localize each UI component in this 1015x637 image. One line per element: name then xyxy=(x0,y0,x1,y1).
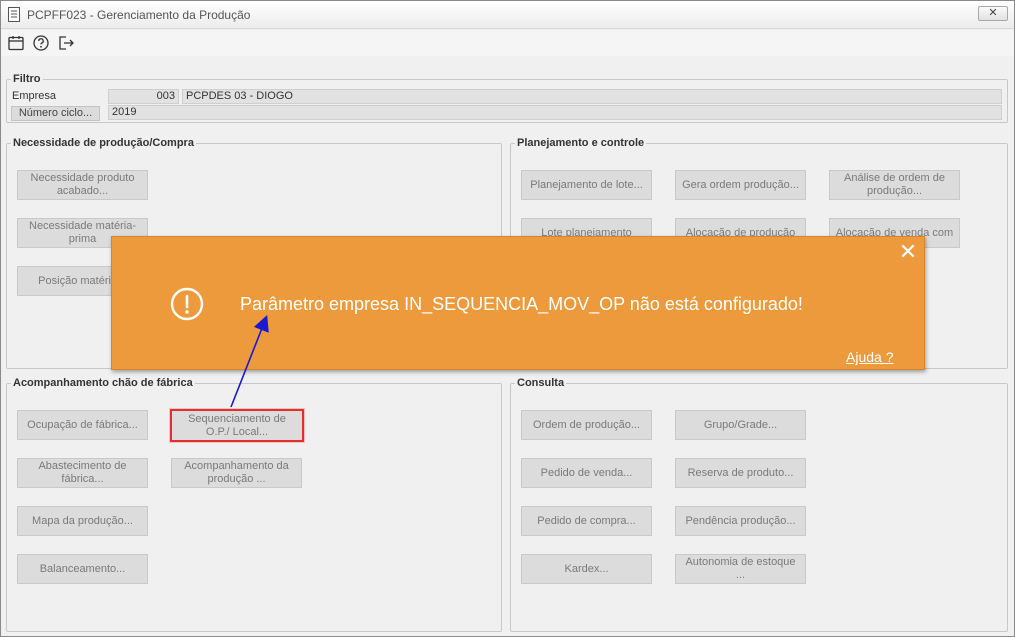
gera-ordem-producao-button[interactable]: Gera ordem produção... xyxy=(675,170,806,200)
title-bar: PCPFF023 - Gerenciamento da Produção ✕ xyxy=(1,1,1014,29)
alert-circle-icon xyxy=(170,287,204,321)
acompanhamento-producao-button[interactable]: Acompanhamento da produção ... xyxy=(171,458,302,488)
reserva-produto-button[interactable]: Reserva de produto... xyxy=(675,458,806,488)
toast-close-button[interactable]: ✕ xyxy=(898,241,918,263)
necessidade-produto-acabado-button[interactable]: Necessidade produto acabado... xyxy=(17,170,148,200)
sequenciamento-op-local-button[interactable]: Sequenciamento de O.P./ Local... xyxy=(170,409,304,442)
mapa-producao-button[interactable]: Mapa da produção... xyxy=(17,506,148,536)
abastecimento-fabrica-button[interactable]: Abastecimento de fábrica... xyxy=(17,458,148,488)
calendar-icon[interactable] xyxy=(7,34,25,52)
filtro-legend: Filtro xyxy=(13,73,41,85)
analise-ordem-producao-button[interactable]: Análise de ordem de produção... xyxy=(829,170,960,200)
ocupacao-fabrica-button[interactable]: Ocupação de fábrica... xyxy=(17,410,148,440)
numero-ciclo-button[interactable]: Número ciclo... xyxy=(11,106,100,121)
planejamento-legend: Planejamento e controle xyxy=(517,137,645,149)
kardex-button[interactable]: Kardex... xyxy=(521,554,652,584)
toast-message: Parâmetro empresa IN_SEQUENCIA_MOV_OP nã… xyxy=(240,294,803,314)
main-window: PCPFF023 - Gerenciamento da Produção ✕ F… xyxy=(0,0,1015,637)
exit-icon[interactable] xyxy=(57,34,75,52)
empresa-code-field[interactable]: 003 xyxy=(108,89,179,104)
planejamento-lote-button[interactable]: Planejamento de lote... xyxy=(521,170,652,200)
document-icon xyxy=(8,7,20,22)
acompanhamento-legend: Acompanhamento chão de fábrica xyxy=(13,377,193,389)
consulta-legend: Consulta xyxy=(517,377,565,389)
empresa-name-field: PCPDES 03 - DIOGO xyxy=(182,89,1002,104)
necessidade-legend: Necessidade de produção/Compra xyxy=(13,137,194,149)
error-toast: ✕ Parâmetro empresa IN_SEQUENCIA_MOV_OP … xyxy=(111,236,925,370)
grupo-grade-button[interactable]: Grupo/Grade... xyxy=(675,410,806,440)
ordem-producao-button[interactable]: Ordem de produção... xyxy=(521,410,652,440)
pedido-venda-button[interactable]: Pedido de venda... xyxy=(521,458,652,488)
help-link[interactable]: Ajuda ? xyxy=(846,349,893,365)
empresa-label: Empresa xyxy=(12,90,57,102)
balanceamento-button[interactable]: Balanceamento... xyxy=(17,554,148,584)
toolbar xyxy=(1,30,1014,56)
pendencia-producao-button[interactable]: Pendência produção... xyxy=(675,506,806,536)
autonomia-estoque-button[interactable]: Autonomia de estoque ... xyxy=(675,554,806,584)
ciclo-field[interactable]: 2019 xyxy=(108,105,1002,120)
pedido-compra-button[interactable]: Pedido de compra... xyxy=(521,506,652,536)
window-title: PCPFF023 - Gerenciamento da Produção xyxy=(27,8,251,22)
help-icon[interactable] xyxy=(32,34,50,52)
window-close-button[interactable]: ✕ xyxy=(978,6,1008,21)
